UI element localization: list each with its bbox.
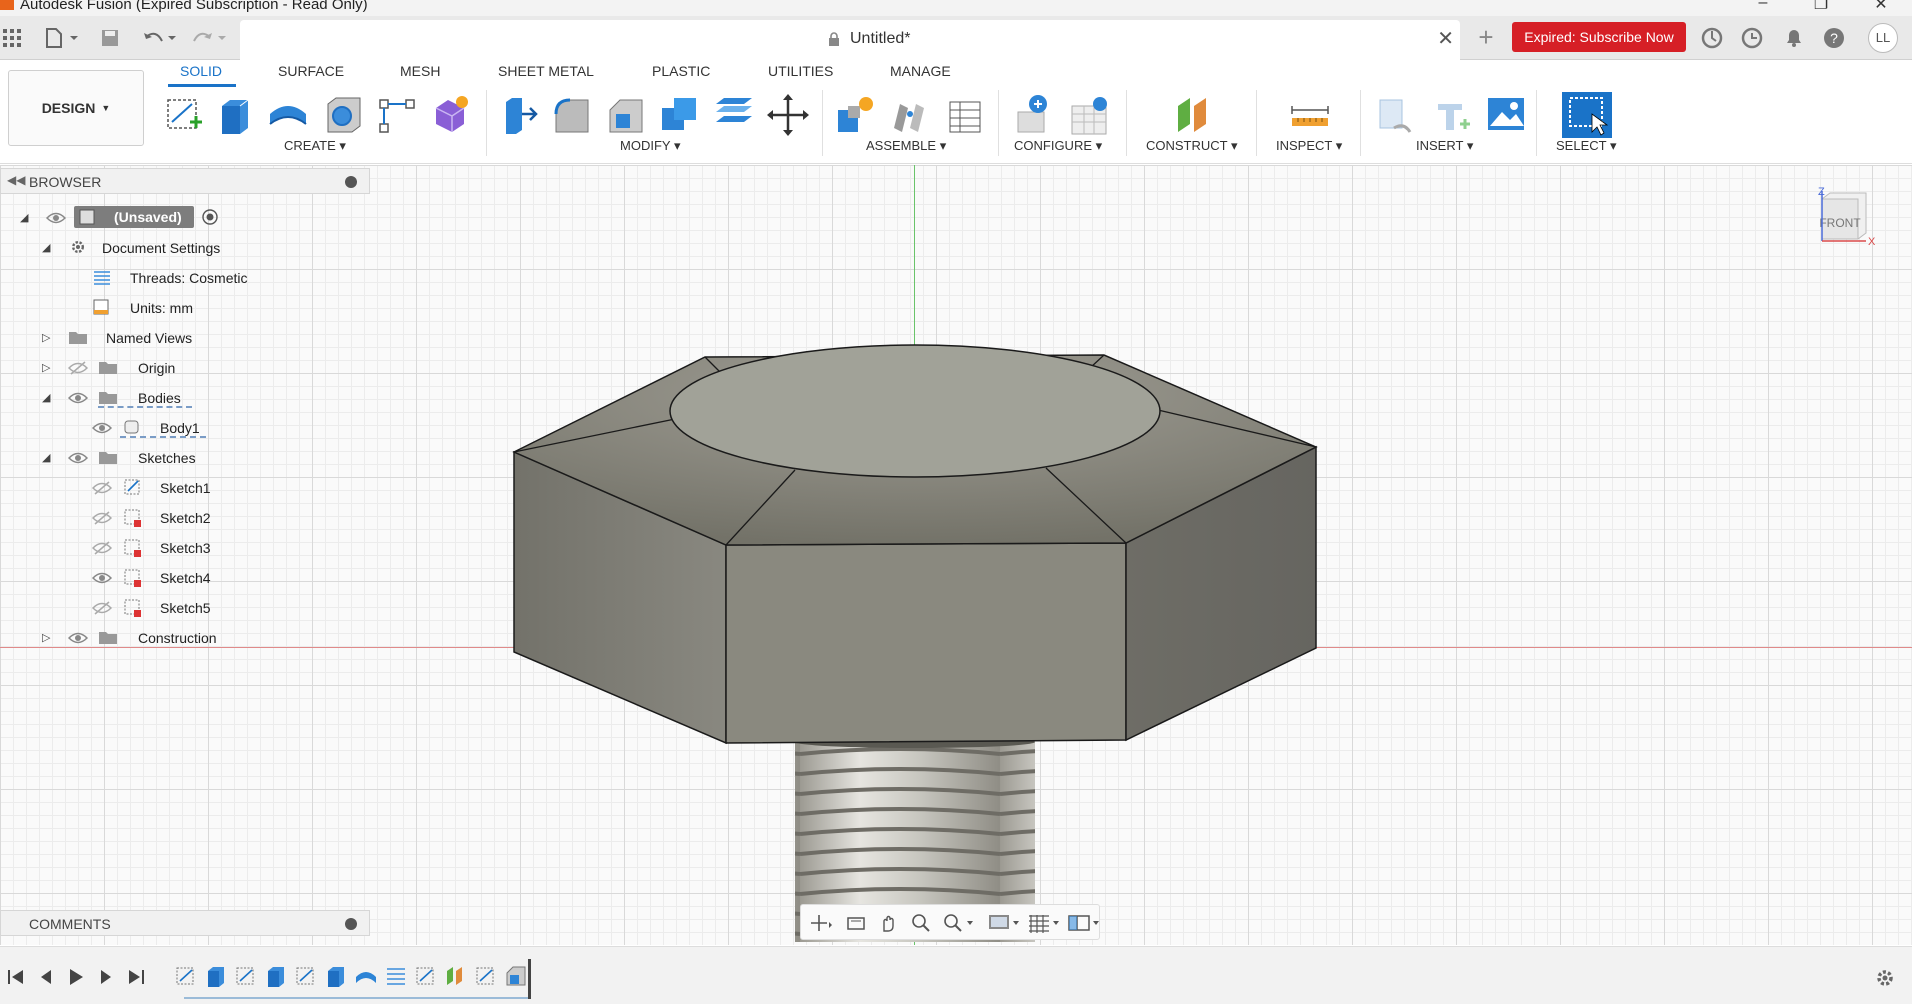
- timeline-extrude-icon[interactable]: [324, 965, 348, 987]
- visibility-eye-icon[interactable]: [68, 391, 88, 405]
- component-icon: [79, 209, 95, 225]
- folder-icon: [99, 452, 117, 464]
- hidden-eye-icon[interactable]: [92, 601, 112, 615]
- axis-x-label: X: [1868, 236, 1876, 248]
- expand-triangle-icon[interactable]: ◢: [42, 391, 54, 404]
- activate-radio-icon[interactable]: [202, 209, 218, 225]
- settings-gear-icon[interactable]: [1874, 967, 1896, 989]
- hidden-eye-icon[interactable]: [92, 511, 112, 525]
- sketch4-label[interactable]: Sketch4: [160, 570, 211, 586]
- timeline-track[interactable]: [184, 997, 530, 999]
- root-component-label: (Unsaved): [114, 209, 182, 225]
- body-icon: [124, 420, 139, 434]
- comments-title: COMMENTS: [29, 916, 111, 932]
- timeline-revolve-icon[interactable]: [354, 965, 378, 987]
- axis-z-label: Z: [1818, 186, 1825, 198]
- play-icon[interactable]: [66, 967, 86, 987]
- timeline-sketch-icon[interactable]: [294, 965, 318, 987]
- origin-label[interactable]: Origin: [138, 360, 175, 376]
- threads-setting-label[interactable]: Threads: Cosmetic: [130, 270, 247, 286]
- timeline-sketch-icon[interactable]: [474, 965, 498, 987]
- timeline-plane-icon[interactable]: [444, 965, 468, 987]
- step-forward-icon[interactable]: [96, 967, 116, 987]
- sketch3-label[interactable]: Sketch3: [160, 540, 211, 556]
- sketch-icon: [124, 599, 141, 617]
- expand-triangle-icon[interactable]: ◢: [42, 241, 54, 254]
- collapsed-triangle-icon[interactable]: ▷: [42, 631, 54, 644]
- bodies-label[interactable]: Bodies: [138, 390, 181, 406]
- look-at-icon[interactable]: [845, 913, 869, 933]
- document-settings-label[interactable]: Document Settings: [102, 240, 220, 256]
- hex-front-face: [725, 542, 1127, 744]
- timeline-sketch-icon[interactable]: [234, 965, 258, 987]
- collapse-panel-icon[interactable]: ◀◀: [7, 173, 25, 187]
- collapsed-triangle-icon[interactable]: ▷: [42, 331, 54, 344]
- visibility-eye-icon[interactable]: [92, 421, 112, 435]
- zoom-icon[interactable]: [909, 913, 933, 933]
- visibility-eye-icon[interactable]: [68, 451, 88, 465]
- units-icon: [93, 299, 109, 315]
- timeline-extrude-icon[interactable]: [264, 965, 288, 987]
- named-views-label[interactable]: Named Views: [106, 330, 192, 346]
- browser-title: BROWSER: [29, 174, 102, 190]
- sketch-icon: [124, 509, 141, 527]
- viewports-icon[interactable]: [1067, 913, 1101, 933]
- bolt-model[interactable]: [0, 0, 1912, 1004]
- timeline-thread-icon[interactable]: [384, 965, 408, 987]
- hidden-eye-icon[interactable]: [92, 541, 112, 555]
- head-top-face: [669, 344, 1161, 478]
- expand-triangle-icon[interactable]: ◢: [20, 211, 32, 224]
- folder-icon: [99, 632, 117, 644]
- add-comment-icon[interactable]: [345, 918, 357, 930]
- fit-zoom-icon[interactable]: [941, 913, 975, 933]
- folder-icon: [99, 392, 117, 404]
- visibility-eye-icon[interactable]: [92, 571, 112, 585]
- folder-icon: [99, 362, 117, 374]
- go-to-start-icon[interactable]: [6, 967, 26, 987]
- visibility-eye-icon[interactable]: [46, 211, 66, 225]
- dashed-underline: [98, 406, 192, 408]
- timeline: [0, 946, 1912, 1004]
- gear-icon: [72, 241, 84, 253]
- display-settings-icon[interactable]: [987, 913, 1021, 933]
- hidden-eye-icon[interactable]: [92, 481, 112, 495]
- timeline-marker[interactable]: [528, 959, 531, 999]
- viewcube-face-label: FRONT: [1819, 216, 1861, 230]
- viewcube[interactable]: FRONT Z X: [1818, 185, 1906, 265]
- collapsed-triangle-icon[interactable]: ▷: [42, 361, 54, 374]
- sketch2-label[interactable]: Sketch2: [160, 510, 211, 526]
- go-to-end-icon[interactable]: [126, 967, 146, 987]
- navigation-bar: [800, 904, 1100, 940]
- sketch1-label[interactable]: Sketch1: [160, 480, 211, 496]
- visibility-eye-icon[interactable]: [68, 631, 88, 645]
- comments-panel-header[interactable]: COMMENTS: [0, 910, 370, 936]
- construction-label[interactable]: Construction: [138, 630, 217, 646]
- expand-triangle-icon[interactable]: ◢: [42, 451, 54, 464]
- pan-hand-icon[interactable]: [877, 913, 901, 933]
- body1-label[interactable]: Body1: [160, 420, 200, 436]
- sketch-icon: [124, 539, 141, 557]
- panel-pin-icon[interactable]: [345, 176, 357, 188]
- sketch-icon: [124, 569, 141, 587]
- timeline-chamfer-icon[interactable]: [504, 965, 528, 987]
- timeline-extrude-icon[interactable]: [204, 965, 228, 987]
- orbit-icon[interactable]: [809, 913, 833, 933]
- dashed-underline: [120, 436, 206, 438]
- sketch-icon: [124, 479, 140, 495]
- timeline-sketch-icon[interactable]: [414, 965, 438, 987]
- sketches-label[interactable]: Sketches: [138, 450, 196, 466]
- folder-icon: [69, 332, 87, 344]
- grid-settings-icon[interactable]: [1027, 913, 1061, 933]
- browser-panel-header[interactable]: ◀◀ BROWSER: [0, 168, 370, 194]
- units-setting-label[interactable]: Units: mm: [130, 300, 193, 316]
- timeline-sketch-icon[interactable]: [174, 965, 198, 987]
- step-back-icon[interactable]: [36, 967, 56, 987]
- threads-icon: [94, 271, 110, 285]
- sketch5-label[interactable]: Sketch5: [160, 600, 211, 616]
- hidden-eye-icon[interactable]: [68, 361, 88, 375]
